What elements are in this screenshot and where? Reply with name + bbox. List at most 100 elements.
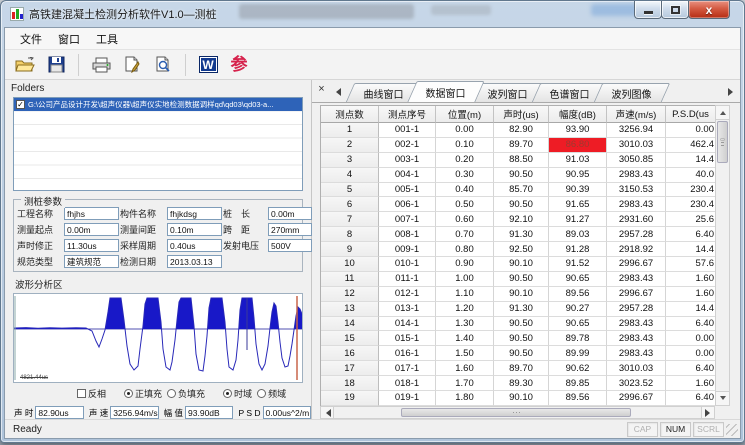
column-header[interactable]: 测点数 [321, 106, 379, 123]
param-value[interactable]: 0.10m [167, 223, 222, 236]
table-row[interactable]: 19 019-1 1.80 90.10 89.56 2996.67 6.40 [321, 391, 714, 406]
tab-scroll-right-button[interactable] [725, 84, 738, 99]
resize-grip[interactable] [726, 424, 738, 436]
param-value[interactable]: 0.00m [64, 223, 119, 236]
table-row[interactable]: 7 007-1 0.60 92.10 91.27 2931.60 25.6 [321, 212, 714, 227]
vertical-scroll-thumb[interactable] [717, 121, 728, 163]
table-row[interactable]: 3 003-1 0.20 88.50 91.03 3050.85 14.4 [321, 153, 714, 168]
maximize-button[interactable] [661, 1, 689, 19]
table-row[interactable]: 14 014-1 1.30 90.50 90.65 2983.43 6.40 [321, 317, 714, 332]
scroll-right-button[interactable] [701, 407, 714, 418]
word-export-button[interactable]: W [196, 53, 220, 77]
tab-scroll-left-button[interactable] [331, 84, 344, 99]
cell-point-id: 017-1 [379, 361, 436, 376]
word-icon: W [199, 56, 218, 73]
parameters-button[interactable]: 参 [227, 53, 251, 77]
horizontal-scrollbar[interactable] [320, 406, 715, 419]
table-row[interactable]: 9 009-1 0.80 92.50 91.28 2918.92 14.4 [321, 242, 714, 257]
open-folder-icon [15, 57, 35, 73]
menu-item[interactable]: 文件 [12, 29, 50, 49]
readout-value[interactable]: 0.00us^2/m [263, 406, 311, 419]
open-button[interactable] [13, 53, 37, 77]
table-row[interactable]: 16 016-1 1.50 90.50 89.99 2983.43 0.00 [321, 346, 714, 361]
invert-checkbox[interactable]: 反相 [77, 387, 106, 400]
scroll-left-button[interactable] [321, 407, 334, 418]
cell-point-count: 10 [321, 257, 379, 272]
param-value[interactable]: fhjhs [64, 207, 119, 220]
table-row[interactable]: 5 005-1 0.40 85.70 90.39 3150.53 230.4 [321, 183, 714, 198]
app-icon [10, 7, 24, 21]
cell-amplitude: 90.62 [549, 361, 607, 376]
save-button[interactable] [44, 53, 68, 77]
table-row[interactable]: 8 008-1 0.70 91.30 89.03 2957.28 6.40 [321, 227, 714, 242]
param-value[interactable]: 0.40us [167, 239, 222, 252]
param-value[interactable]: 2013.03.13 [167, 255, 222, 268]
column-header[interactable]: 声速(m/s) [607, 106, 666, 123]
column-header[interactable]: 位置(m) [436, 106, 494, 123]
param-value[interactable]: 建筑规范 [64, 255, 119, 268]
table-row[interactable]: 17 017-1 1.60 89.70 90.62 3010.03 6.40 [321, 361, 714, 376]
scroll-up-button[interactable] [716, 106, 729, 120]
print-button[interactable] [89, 53, 113, 77]
table-row[interactable]: 4 004-1 0.30 90.50 90.95 2983.43 40.0 [321, 168, 714, 183]
file-checkbox[interactable] [16, 100, 25, 109]
title-bar[interactable]: 高铁建混凝土检测分析软件V1.0—测桩 x [1, 1, 744, 27]
readout-value[interactable]: 3256.94m/s [110, 406, 158, 419]
param-value[interactable]: fhjkdsg [167, 207, 222, 220]
column-header[interactable]: 测点序号 [379, 106, 436, 123]
cell-point-count: 3 [321, 153, 379, 168]
column-header[interactable]: 幅度(dB) [549, 106, 607, 123]
table-row[interactable]: 12 012-1 1.10 90.10 89.56 2996.67 1.60 [321, 287, 714, 302]
param-value[interactable]: 11.30us [64, 239, 119, 252]
fill-negative-radio[interactable]: 负填充 [167, 387, 205, 400]
menu-item[interactable]: 窗口 [50, 29, 88, 49]
cell-velocity: 2931.60 [607, 212, 666, 227]
file-list[interactable]: G:\公司产品设计开发\超声仪器\超声仪实地检测数据调样qd\qd03\qd03… [13, 97, 303, 190]
menu-item[interactable]: 工具 [88, 29, 126, 49]
param-value[interactable]: 0.00m [268, 207, 312, 220]
readout-value[interactable]: 93.90dB [185, 406, 233, 419]
vertical-scrollbar[interactable] [715, 105, 730, 406]
table-row[interactable]: 2 002-1 0.10 89.70 86.80 3010.03 462.4 [321, 138, 714, 153]
cell-point-count: 17 [321, 361, 379, 376]
time-domain-radio[interactable]: 时域 [223, 387, 252, 400]
param-value[interactable]: 500V [268, 239, 312, 252]
minimize-button[interactable] [634, 1, 662, 19]
fill-positive-radio[interactable]: 正填充 [124, 387, 162, 400]
screen-artifact [431, 5, 491, 15]
data-table: 测点数测点序号位置(m)声时(us)幅度(dB)声速(m/s)P.S.D(us … [320, 105, 715, 406]
tab[interactable]: 波列图像 [594, 83, 670, 102]
tabs: 曲线窗口 数据窗口 波列窗口 色谱窗口 [350, 81, 660, 102]
page-pen-icon [124, 56, 140, 73]
freq-domain-radio[interactable]: 频域 [257, 387, 286, 400]
cell-psd: 6.40 [666, 391, 716, 406]
scroll-down-button[interactable] [716, 391, 729, 405]
table-row[interactable]: 18 018-1 1.70 89.30 89.85 3023.52 1.60 [321, 376, 714, 391]
table-row[interactable]: 13 013-1 1.20 91.30 90.27 2957.28 14.4 [321, 302, 714, 317]
up-arrow-icon [720, 108, 726, 115]
close-button[interactable]: x [688, 1, 730, 19]
readout-value[interactable]: 82.90us [35, 406, 83, 419]
waveform-canvas[interactable]: 4821.44us [13, 293, 303, 383]
file-list-item[interactable]: G:\公司产品设计开发\超声仪器\超声仪实地检测数据调样qd\qd03\qd03… [14, 98, 302, 111]
page-setup-button[interactable] [120, 53, 144, 77]
param-value[interactable]: 270mm [268, 223, 312, 236]
print-preview-button[interactable] [151, 53, 175, 77]
param-label: 采样周期 [120, 239, 166, 252]
cell-position: 1.30 [436, 317, 494, 332]
column-header[interactable]: 声时(us) [494, 106, 549, 123]
table-row[interactable]: 15 015-1 1.40 90.50 89.78 2983.43 0.00 [321, 331, 714, 346]
table-row[interactable]: 11 011-1 1.00 90.50 90.65 2983.43 1.60 [321, 272, 714, 287]
cell-point-id: 001-1 [379, 123, 436, 138]
toolbar: W 参 [5, 50, 740, 80]
table-row[interactable]: 1 001-1 0.00 82.90 93.90 3256.94 0.00 [321, 123, 714, 138]
cell-sound-time: 88.50 [494, 153, 549, 168]
close-pane-button[interactable] [315, 83, 328, 96]
table-row[interactable]: 10 010-1 0.90 90.10 91.52 2996.67 57.6 [321, 257, 714, 272]
table-row[interactable]: 6 006-1 0.50 90.50 91.65 2983.43 230.4 [321, 197, 714, 212]
param-label: 声时修正 [17, 239, 63, 252]
cell-psd: 1.60 [666, 376, 716, 391]
tab[interactable]: 数据窗口 [407, 81, 484, 102]
horizontal-scroll-thumb[interactable] [401, 408, 631, 417]
column-header[interactable]: P.S.D(us [666, 106, 716, 123]
